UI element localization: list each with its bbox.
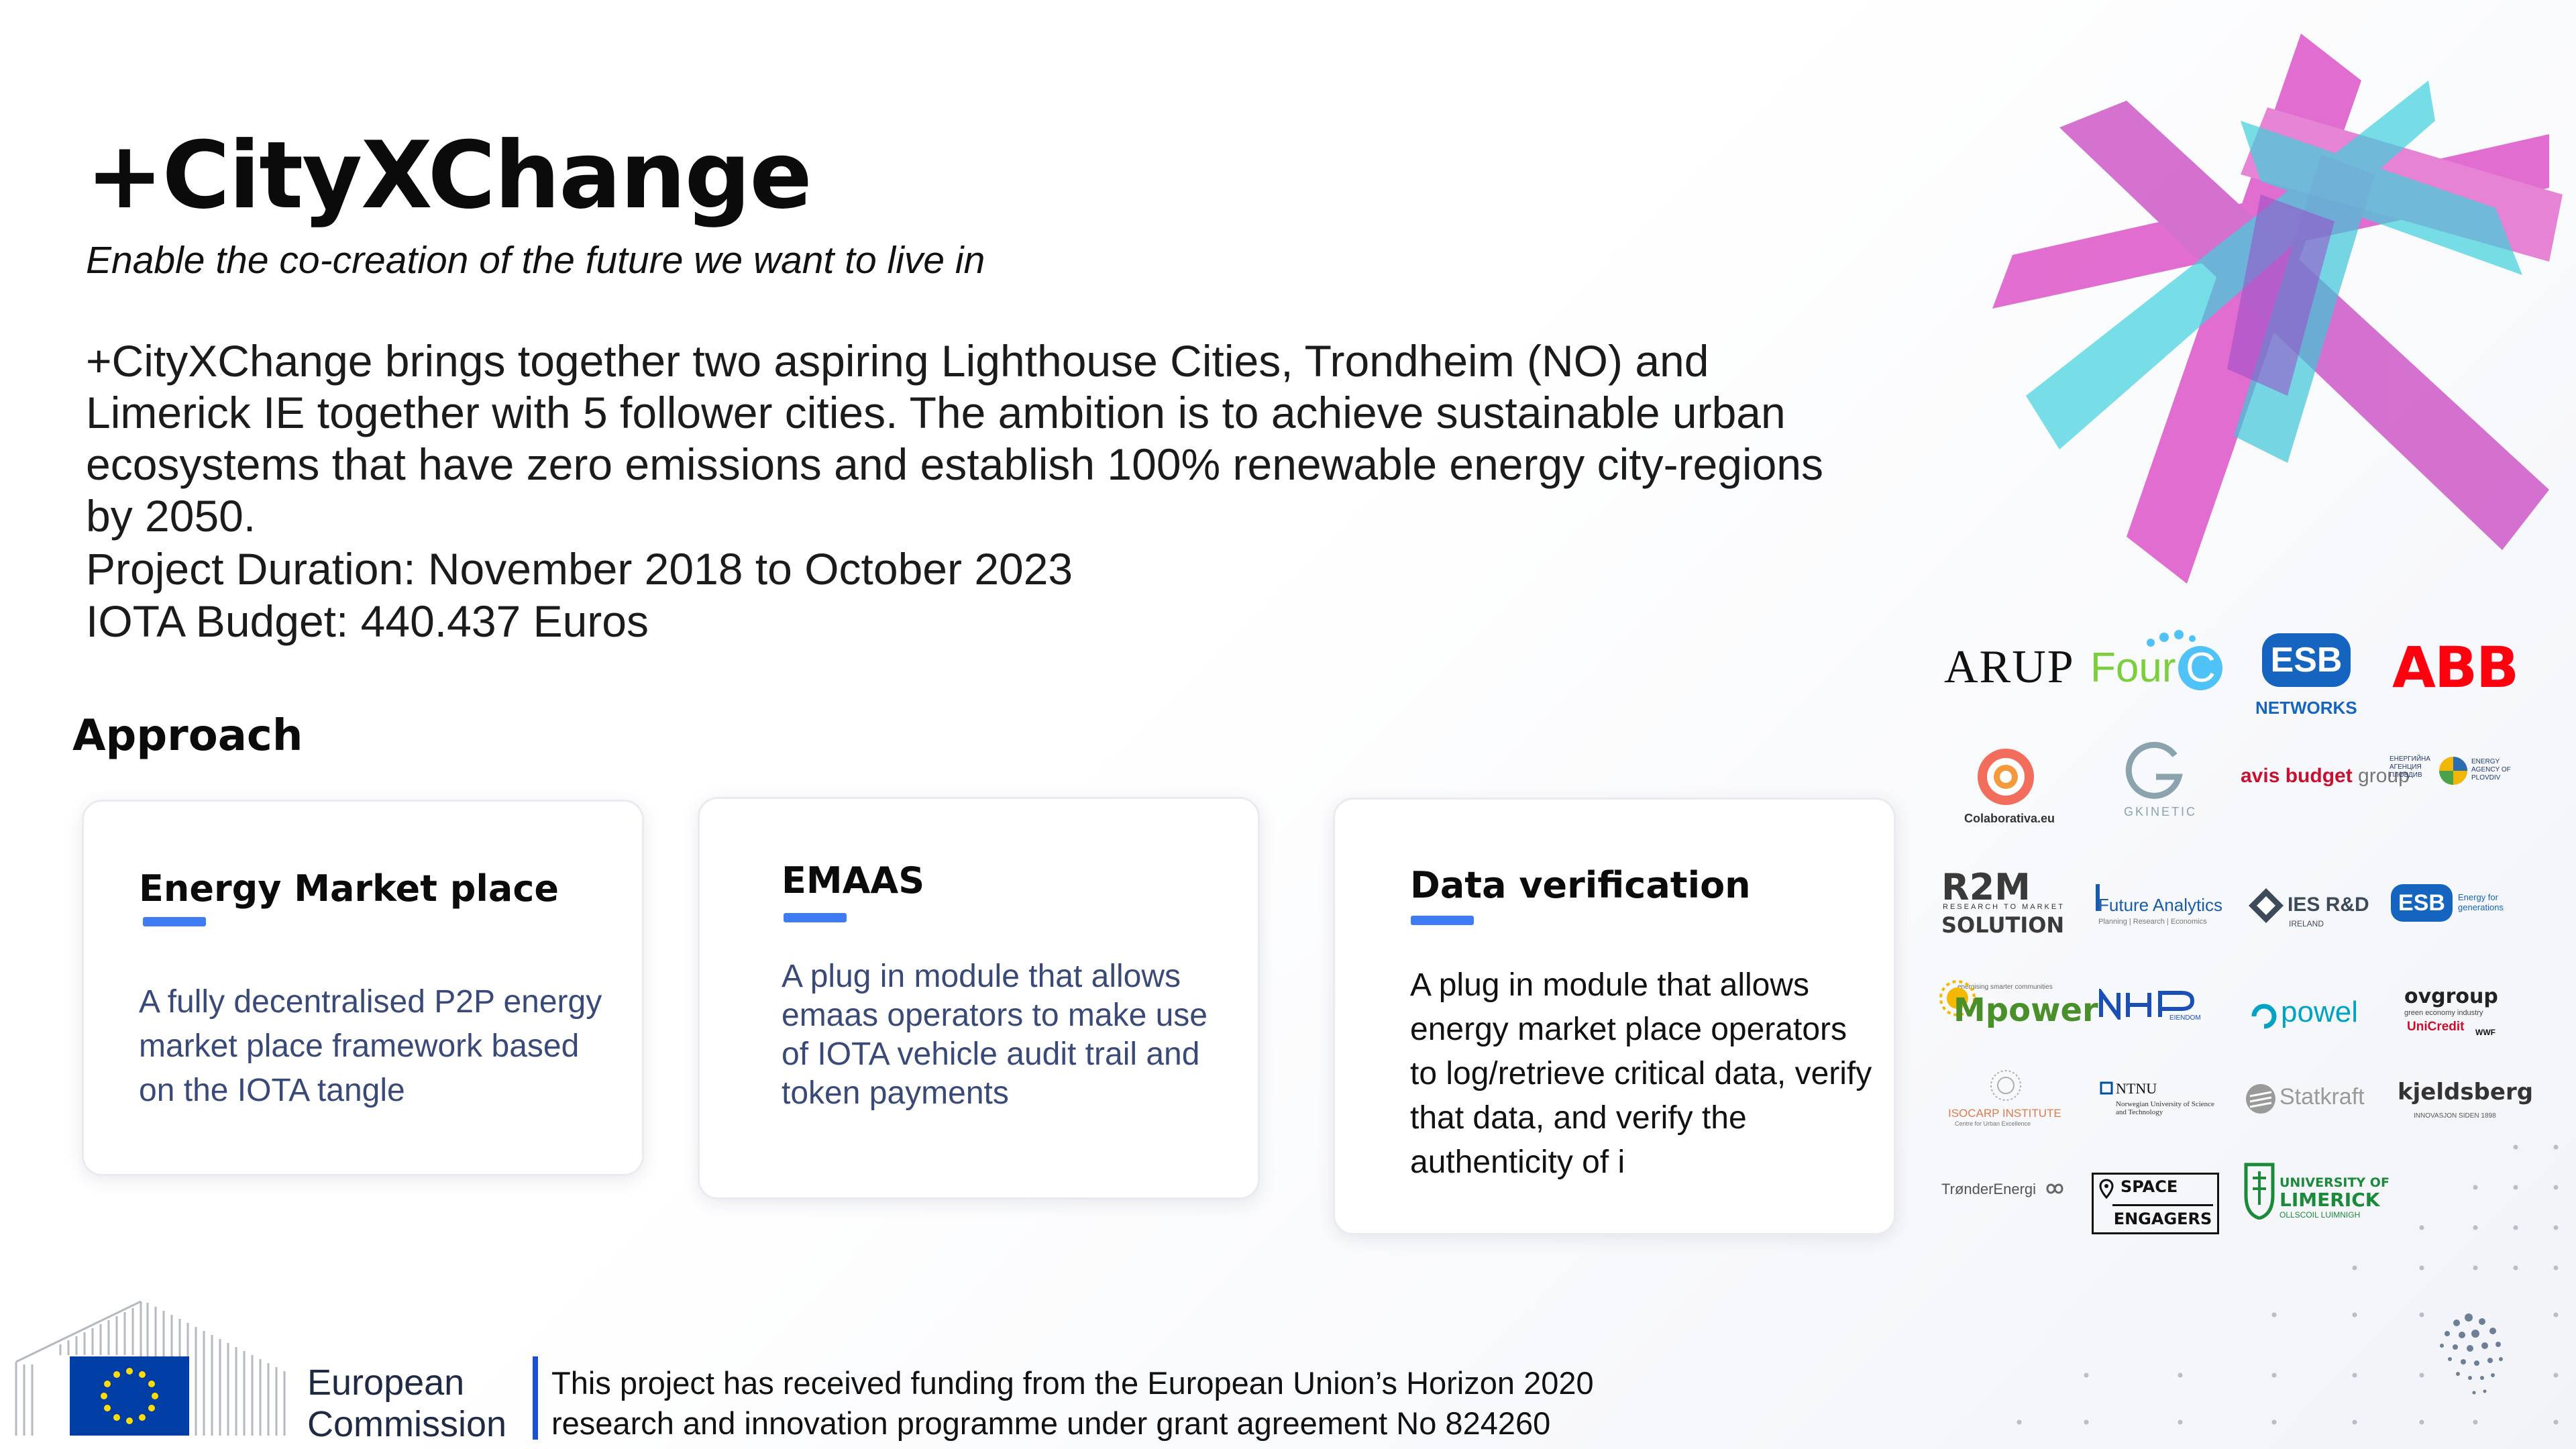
plus-x-logo xyxy=(1992,34,2563,584)
logo-arup: ARUP xyxy=(1944,641,2075,693)
card-body: A fully decentralised P2P energy market … xyxy=(139,984,602,1108)
logo-statkraft: Statkraft xyxy=(2279,1084,2365,1110)
card-body: A plug in module that allows energy mark… xyxy=(1410,967,1872,1180)
logo-mpower: Mpower xyxy=(1953,991,2098,1029)
logo-kjeldsberg: kjeldsberg xyxy=(2398,1079,2534,1106)
logo-ovgroup: ovgroup xyxy=(2404,985,2498,1008)
project-duration: Project Duration: November 2018 to Octob… xyxy=(86,544,1073,594)
colaborativa-icon xyxy=(1978,749,2034,805)
gkinetic-icon xyxy=(2125,741,2183,799)
approach-heading: Approach xyxy=(72,711,303,761)
logo-gkinetic: GKINETIC xyxy=(2124,805,2198,818)
card-accent-bar xyxy=(143,917,206,926)
logo-avis-budget: avis budget group xyxy=(2241,765,2410,788)
logo-avis-budget-text: avis budget xyxy=(2241,765,2353,787)
ntnu-icon xyxy=(2100,1081,2113,1095)
ec-name-line2: Commission xyxy=(307,1404,507,1444)
logo-wwf: WWF xyxy=(2475,1028,2496,1037)
logo-ntnu: NTNU xyxy=(2116,1080,2157,1097)
logo-esb-networks-mark: ESB xyxy=(2262,633,2351,687)
eu-flag-icon xyxy=(70,1356,189,1436)
card-body: A plug in module that allows emaas opera… xyxy=(782,959,1208,1111)
logo-colaborativa: Colaborativa.eu xyxy=(1964,812,2055,825)
logo-fourc: Four C xyxy=(2090,644,2223,692)
card-title: Energy Market place xyxy=(139,867,559,910)
statkraft-icon xyxy=(2246,1084,2275,1114)
ec-name-line1: European xyxy=(307,1362,465,1403)
card-energy-market-place: Energy Market place A fully decentralise… xyxy=(82,800,644,1176)
logo-kjeldsberg-sub: INNOVASJON SIDEN 1898 xyxy=(2414,1112,2496,1120)
funding-notice: This project has received funding from t… xyxy=(551,1365,1594,1441)
logo-ies-sub: IRELAND xyxy=(2289,919,2324,928)
card-title: EMAAS xyxy=(782,859,925,902)
project-description: +CityXChange brings together two aspirin… xyxy=(86,336,1824,541)
logo-powel: powel xyxy=(2281,996,2358,1028)
logo-energy-agency-bg: ЕНЕРГИЙНА АГЕНЦИЯ ПЛОВДИВ xyxy=(2390,755,2430,779)
iota-logo-icon xyxy=(2440,1313,2503,1395)
logo-esb-networks-text: NETWORKS xyxy=(2255,698,2357,718)
ies-icon xyxy=(2249,888,2284,923)
energy-agency-icon xyxy=(2439,757,2467,785)
fourc-dots-icon xyxy=(2147,630,2196,647)
powel-icon xyxy=(2251,1004,2277,1029)
logo-esb-mark: ESB xyxy=(2391,884,2453,922)
logo-ovgroup-sub: green economy industry xyxy=(2404,1009,2483,1017)
logo-abb: ABB xyxy=(2392,635,2519,700)
card-accent-bar xyxy=(784,913,847,922)
logo-unicredit: UniCredit xyxy=(2407,1020,2465,1034)
logo-fourc-text: Four xyxy=(2090,645,2176,691)
logo-ntnu-sub: Norwegian University of Science and Tech… xyxy=(2116,1100,2214,1116)
logo-esb-generations: Energy for generations xyxy=(2458,892,2504,912)
isocarp-icon xyxy=(1990,1070,2021,1101)
card-accent-bar xyxy=(1411,916,1474,925)
ec-name: European Commission xyxy=(307,1362,506,1445)
tagline: Enable the co-creation of the future we … xyxy=(86,239,985,282)
logo-r2m: R2M xyxy=(1941,866,2031,908)
logo-isocarp-sub: Centre for Urban Excellence xyxy=(1955,1120,2031,1127)
logo-future-analytics: Future Analytics xyxy=(2098,895,2222,915)
logo-nhp-sub: EIENDOM xyxy=(2169,1014,2201,1022)
card-emaas: EMAAS A plug in module that allows emaas… xyxy=(698,797,1260,1199)
logo-ies-rd: IES R&D xyxy=(2288,894,2369,916)
logo-future-analytics-sub: Planning | Research | Economics xyxy=(2098,918,2207,926)
card-title: Data verification xyxy=(1410,864,1751,906)
logo-energy-agency-en: ENERGY AGENCY OF PLOVDIV xyxy=(2471,758,2511,782)
logo-fourc-c: C xyxy=(2178,646,2223,690)
logo-r2m-solution: SOLUTION xyxy=(1941,912,2065,938)
page-title: +CityXChange xyxy=(86,121,812,229)
footer-separator xyxy=(533,1356,538,1440)
logo-isocarp: ISOCARP INSTITUTE xyxy=(1948,1107,2061,1120)
logo-r2m-sub: RESEARCH TO MARKET xyxy=(1943,903,2065,911)
card-data-verification: Data verification A plug in module that … xyxy=(1333,798,1896,1235)
iota-budget: IOTA Budget: 440.437 Euros xyxy=(86,596,649,646)
